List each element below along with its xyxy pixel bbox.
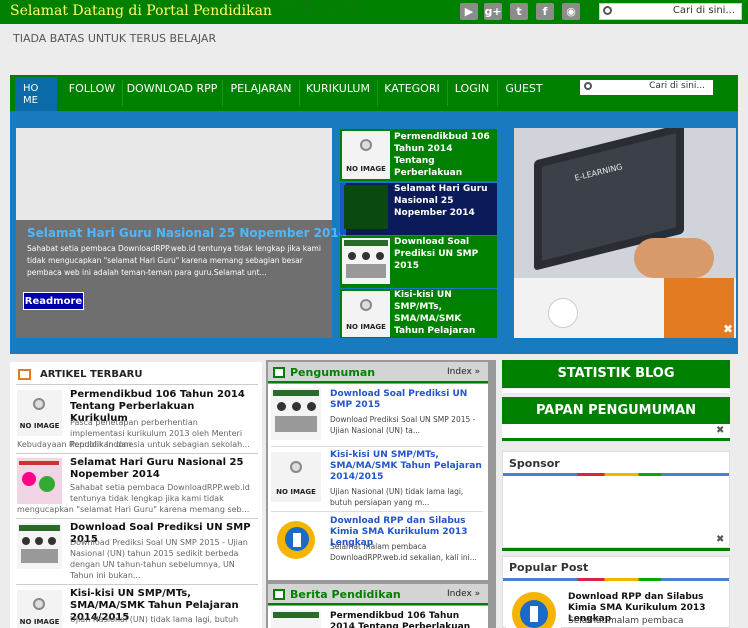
site-tagline: TIADA BATAS UNTUK TERUS BELAJAR [13, 32, 217, 45]
featured-list-title[interactable]: Selamat Hari Guru Nasional 25 Nopember 2… [394, 183, 494, 231]
search-icon [584, 82, 592, 90]
featured-list-title[interactable]: Kisi-kisi UN SMP/MTs, SMA/MA/SMK Tahun P… [394, 289, 494, 337]
hari-guru-thumbnail [17, 458, 62, 504]
pengumuman-title[interactable]: Download Soal Prediksi UN SMP 2015 [330, 389, 482, 411]
settings-icon[interactable]: ✖ [716, 534, 724, 545]
magnifier-icon [360, 139, 372, 151]
section-icon [273, 589, 285, 600]
nav-item-kategori[interactable]: KATEGORI [378, 75, 446, 111]
divider [502, 438, 730, 441]
exam-illustration-thumbnail [342, 238, 390, 284]
top-search-placeholder: Cari di sini... [672, 5, 735, 16]
divider [271, 511, 483, 512]
no-image-thumbnail: NO IMAGE [342, 291, 390, 337]
popular-post-snippet: Selamat malam pembaca [568, 616, 684, 626]
pengumuman-heading: Pengumuman [290, 366, 376, 379]
sponsor-color-strip [503, 473, 729, 476]
nav-search-input[interactable]: Cari di sini... [580, 80, 713, 95]
artikel-snippet-line: Sahabat setia pembaca DownloadRPP.web.id… [70, 483, 250, 503]
artikel-heading: ARTIKEL TERBARU [40, 369, 143, 380]
search-icon [603, 6, 612, 15]
featured-thumbnail [344, 185, 388, 229]
divider [271, 446, 483, 447]
artikel-snippet-line: Kebudayaan Republik Indonesia untuk seba… [17, 440, 250, 449]
artikel-title[interactable]: Selamat Hari Guru Nasional 25 Nopember 2… [70, 457, 250, 481]
no-image-label: NO IMAGE [346, 323, 386, 331]
article-list-icon [18, 369, 31, 380]
artikel-snippet-line: mengucapkan "selamat Hari Guru" karena m… [17, 505, 250, 514]
nav-item-pelajaran[interactable]: PELAJARAN [223, 75, 299, 111]
magnifier-icon [290, 461, 302, 473]
kurikulum-logo-thumbnail [506, 590, 561, 628]
no-image-label: NO IMAGE [346, 165, 386, 173]
featured-list-title[interactable]: Download Soal Prediksi UN SMP 2015 [394, 236, 494, 284]
no-image-label: NO IMAGE [19, 618, 60, 626]
slider-snippet: Sahabat setia pembaca DownloadRPP.web.id… [27, 244, 321, 277]
exam-illustration-thumbnail [271, 610, 321, 628]
berita-index-link[interactable]: Index » [447, 589, 480, 599]
artikel-snippet: Ujian Nasional (UN) tidak lama lagi, but… [70, 615, 239, 624]
nav-item-login[interactable]: LOGIN [448, 75, 496, 111]
divider [16, 384, 258, 385]
popular-post-heading: Popular Post [509, 561, 589, 574]
close-icon[interactable]: ✖ [723, 322, 733, 336]
divider [502, 389, 730, 393]
pengumuman-snippet: Download Prediksi Soal UN SMP 2015 - Uji… [330, 415, 476, 435]
artikel-snippet-line: Download Prediksi Soal UN SMP 2015 - Uji… [70, 538, 248, 580]
papan-pengumuman-header: PAPAN PENGUMUMAN [502, 397, 730, 424]
no-image-thumbnail: NO IMAGE [342, 131, 390, 179]
nav-item-kurikulum[interactable]: KURIKULUM [300, 75, 376, 111]
slider-image [16, 128, 332, 220]
divider [16, 584, 258, 585]
papan-pengumuman-body [502, 424, 730, 438]
berita-title[interactable]: Permendikbud 106 Tahun 2014 Tentang Perb… [330, 611, 482, 628]
pengumuman-index-link[interactable]: Index » [447, 367, 480, 377]
magnifier-icon [360, 299, 372, 311]
no-image-thumbnail: NO IMAGE [17, 590, 62, 628]
magnifier-icon [33, 598, 45, 610]
sponsor-heading: Sponsor [509, 457, 560, 470]
divider [16, 453, 258, 454]
magnifier-icon [33, 398, 45, 410]
nav-item-guest[interactable]: GUEST [498, 75, 550, 111]
google-plus-icon[interactable]: g+ [484, 3, 502, 20]
nav-search-placeholder: Cari di sini... [649, 81, 705, 91]
twitter-icon[interactable]: t [510, 3, 528, 20]
exam-illustration-thumbnail [17, 523, 62, 569]
nav-item-home[interactable]: HO ME [15, 77, 57, 113]
kurikulum-logo-thumbnail [271, 517, 321, 569]
no-image-label: NO IMAGE [276, 488, 316, 496]
e-learning-image: E-LEARNING ✖ [514, 128, 736, 338]
facebook-icon[interactable]: f [536, 3, 554, 20]
nav-home-line1: HO [23, 83, 39, 94]
settings-icon[interactable]: ✖ [716, 425, 724, 436]
divider [502, 548, 730, 551]
nav-home-line2: ME [23, 95, 38, 106]
pengumuman-title[interactable]: Kisi-kisi UN SMP/MTs, SMA/MA/SMK Tahun P… [330, 450, 482, 483]
nav-item-download-rpp[interactable]: DOWNLOAD RPP [123, 75, 221, 111]
pengumuman-snippet: Selamat malam pembaca DownloadRPP.web.id… [330, 542, 477, 562]
statistik-blog-header: STATISTIK BLOG [502, 360, 730, 388]
exam-illustration-thumbnail [271, 388, 321, 440]
slider-title[interactable]: Selamat Hari Guru Nasional 25 Nopember 2… [27, 226, 347, 240]
divider [16, 518, 258, 519]
featured-list-title[interactable]: Permendikbud 106 Tahun 2014 Tentang Perb… [394, 131, 494, 179]
no-image-label: NO IMAGE [19, 422, 60, 430]
no-image-thumbnail: NO IMAGE [271, 452, 321, 502]
rss-icon[interactable]: ◉ [562, 3, 580, 20]
popular-color-strip [503, 578, 729, 581]
readmore-button[interactable]: Readmore [23, 292, 84, 310]
youtube-icon[interactable]: ▶ [460, 3, 478, 20]
no-image-thumbnail: NO IMAGE [17, 390, 62, 436]
section-icon [273, 367, 285, 378]
berita-heading: Berita Pendidikan [290, 588, 401, 601]
pengumuman-snippet: Ujian Nasional (UN) tidak lama lagi, but… [330, 487, 464, 507]
site-title[interactable]: Selamat Datang di Portal Pendidikan [10, 3, 272, 19]
nav-item-follow[interactable]: FOLLOW [62, 75, 122, 111]
top-search-input[interactable]: Cari di sini... [599, 3, 742, 20]
